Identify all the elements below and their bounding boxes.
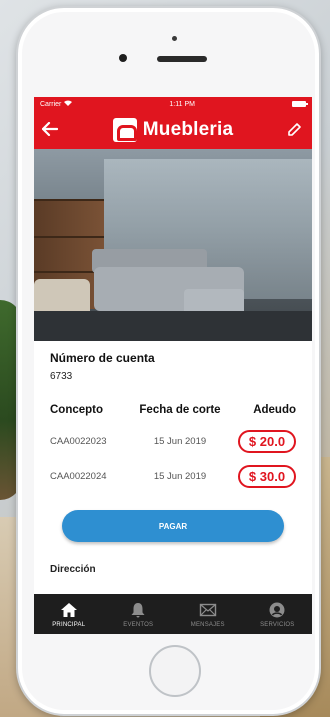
edit-button[interactable] [284,120,304,140]
app-header: Muebleria [34,111,312,149]
header-concept: Concepto [50,404,104,416]
pencil-icon [288,123,301,136]
brand: Muebleria [112,118,234,142]
home-button[interactable] [149,645,201,697]
tab-mensajes[interactable]: MENSAJES [173,594,243,634]
phone-sensor [172,36,177,41]
row-amount-cell: $ 30.0 [234,465,296,488]
account-number-label: Número de cuenta [50,351,155,365]
phone-speaker [157,56,207,62]
header-fecha: Fecha de corte [139,404,221,416]
wifi-icon [64,100,73,108]
tab-servicios[interactable]: SERVICIOS [243,594,313,634]
status-left: Carrier [40,100,73,108]
home-icon [60,602,77,617]
row-date: 15 Jun 2019 [153,471,207,482]
status-bar: Carrier 1:11 PM [34,97,312,111]
envelope-icon [199,603,216,616]
phone-camera [119,54,127,62]
row-date: 15 Jun 2019 [153,436,207,447]
charges-table-header: Concepto Fecha de corte Adeudo [50,404,296,416]
table-row: CAA0022023 15 Jun 2019 $ 20.0 [50,430,296,453]
app-title: Muebleria [142,119,234,140]
account-content: Número de cuenta 6733 Concepto Fecha de … [34,341,312,575]
row-concept: CAA0022024 [50,471,107,482]
tab-principal[interactable]: PRINCIPAL [34,594,104,634]
tab-eventos[interactable]: EVENTOS [104,594,174,634]
row-concept: CAA0022023 [50,436,107,447]
app-screen: Carrier 1:11 PM Muebleria Número de cuen… [34,97,312,634]
bell-icon [131,602,145,617]
status-time: 1:11 PM [169,100,195,108]
header-adeudo: Adeudo [253,404,296,416]
store-photo [34,149,312,341]
photo-floor [34,311,312,341]
carrier-label: Carrier [40,100,62,108]
address-label: Dirección [50,564,96,575]
bottom-tab-bar: PRINCIPAL EVENTOS MENSAJES SERVICIOS [34,594,312,634]
account-number-value: 6733 [50,371,73,382]
table-row: CAA0022024 15 Jun 2019 $ 30.0 [50,465,296,488]
tab-label: MENSAJES [190,621,225,628]
services-icon [269,602,285,617]
pay-button[interactable]: PAGAR [62,510,284,542]
tab-label: EVENTOS [123,621,154,628]
amount-badge[interactable]: $ 30.0 [238,465,296,488]
brand-logo-icon [112,118,137,142]
battery-icon [291,101,308,107]
tab-label: SERVICIOS [260,621,295,628]
amount-badge[interactable]: $ 20.0 [238,430,296,453]
row-amount-cell: $ 20.0 [234,430,296,453]
back-button[interactable] [41,121,62,139]
arrow-left-icon [41,121,59,137]
tab-label: PRINCIPAL [52,621,86,628]
